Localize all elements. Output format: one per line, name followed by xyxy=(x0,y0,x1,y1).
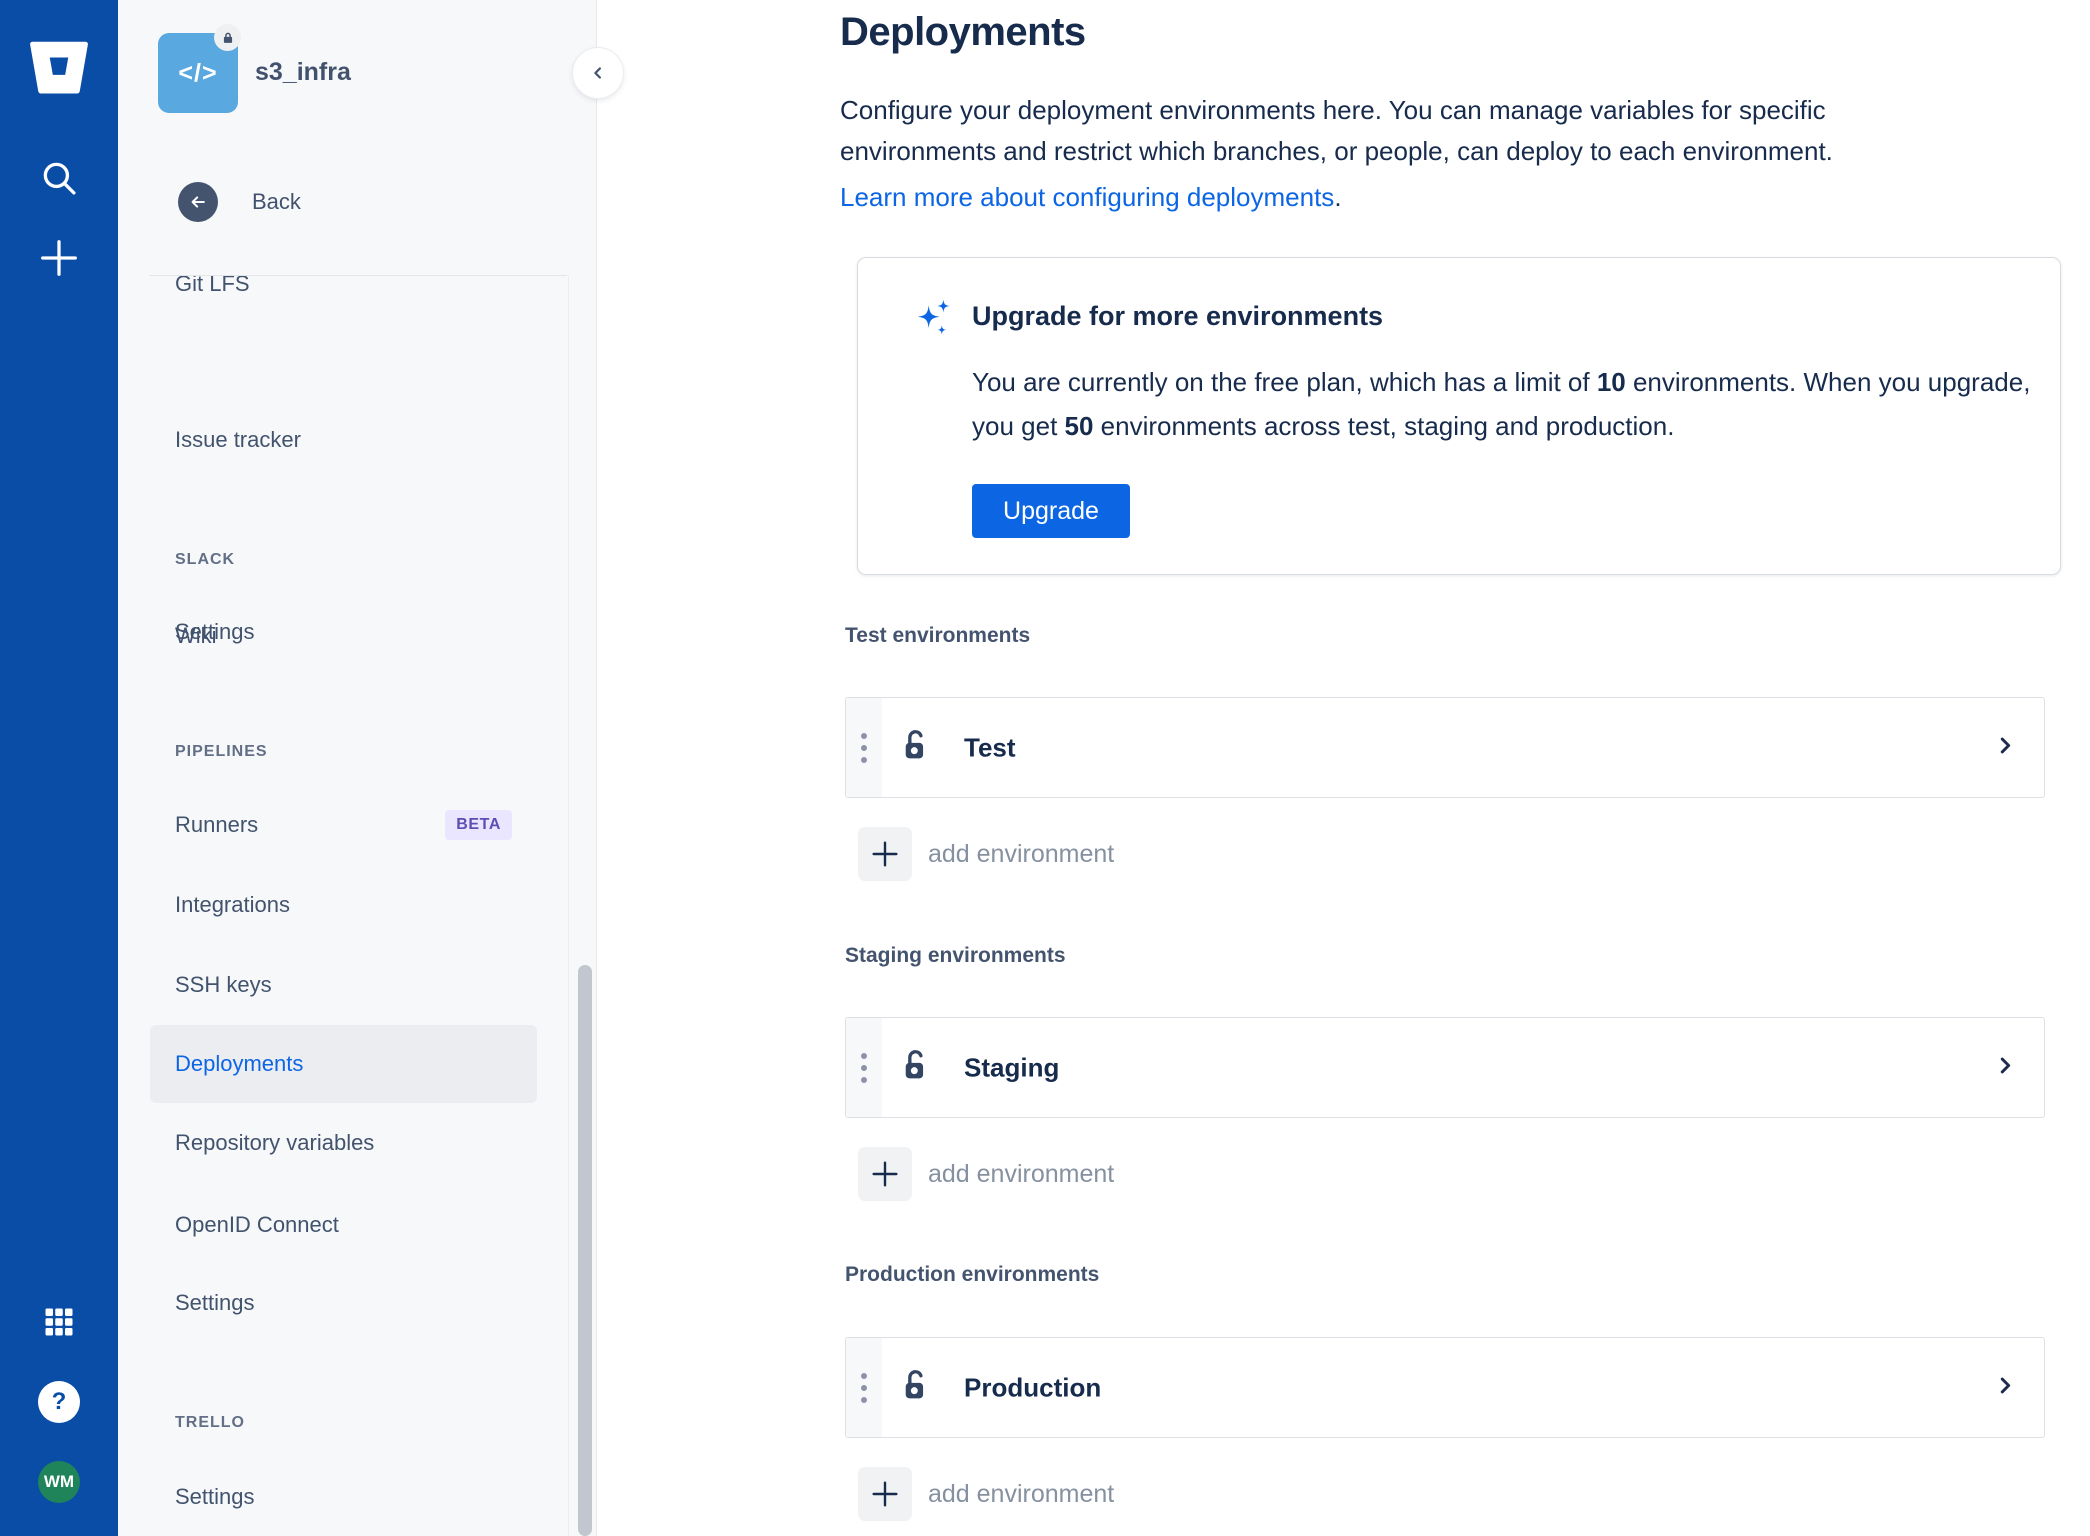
deployments-page: Deployments Configure your deployment en… xyxy=(597,0,2090,1536)
chevron-right-icon xyxy=(1994,1374,2016,1401)
sidebar-header: </> s3_infra Back xyxy=(118,0,596,276)
repo-avatar[interactable]: </> xyxy=(158,24,241,113)
sidebar-item-label: Issue tracker xyxy=(175,427,301,452)
sidebar-item-label: SSH keys xyxy=(175,972,272,997)
add-environment-label: add environment xyxy=(928,1159,1115,1188)
sparkle-icon xyxy=(914,298,956,345)
code-icon: </> xyxy=(178,58,218,87)
sidebar-section-slack: SLACK xyxy=(175,551,236,568)
sidebar-item-deployments[interactable]: Deployments xyxy=(150,1025,537,1103)
bitbucket-logo-icon[interactable] xyxy=(0,40,118,96)
environment-name: Test xyxy=(964,732,1016,762)
unlocked-padlock-icon xyxy=(899,1367,933,1408)
help-icon[interactable]: ? xyxy=(0,1381,118,1423)
add-environment-label: add environment xyxy=(928,1479,1115,1508)
page-title: Deployments xyxy=(840,10,1086,54)
environment-card-production[interactable]: Production xyxy=(845,1337,2045,1438)
create-plus-icon[interactable] xyxy=(0,235,118,281)
sidebar-item-git-lfs[interactable]: Git LFS xyxy=(150,276,537,323)
upgrade-button[interactable]: Upgrade xyxy=(972,484,1130,538)
sidebar-section-pipelines: PIPELINES xyxy=(175,743,268,760)
upgrade-card: Upgrade for more environments You are cu… xyxy=(857,257,2061,575)
sidebar-item-label: Runners xyxy=(175,812,259,837)
back-button[interactable]: Back xyxy=(178,182,301,222)
unlocked-padlock-icon xyxy=(899,1047,933,1088)
drag-dots-icon xyxy=(861,1052,867,1083)
sidebar-section-trello: TRELLO xyxy=(175,1414,245,1431)
back-label: Back xyxy=(252,189,301,214)
drag-handle[interactable] xyxy=(846,698,882,797)
environment-card-staging[interactable]: Staging xyxy=(845,1017,2045,1118)
collapse-sidebar-button[interactable] xyxy=(573,48,623,98)
sidebar-item-ssh-keys[interactable]: SSH keys xyxy=(150,946,537,1024)
repo-name: s3_infra xyxy=(255,58,351,86)
private-lock-icon xyxy=(214,24,241,51)
app-switcher-icon[interactable] xyxy=(0,1304,118,1340)
sidebar-item-pipelines-settings[interactable]: Settings xyxy=(150,1264,537,1342)
add-environment-button-production[interactable]: add environment xyxy=(858,1467,1114,1521)
add-environment-label: add environment xyxy=(928,839,1115,868)
plus-icon xyxy=(858,1467,912,1521)
learn-more: Learn more about configuring deployments… xyxy=(840,182,1342,212)
sidebar-item-repository-variables[interactable]: Repository variables xyxy=(150,1104,537,1182)
page-description: Configure your deployment environments h… xyxy=(840,95,1833,166)
plus-icon xyxy=(858,1147,912,1201)
drag-dots-icon xyxy=(861,732,867,763)
sidebar-item-label: Settings xyxy=(175,619,255,644)
drag-handle[interactable] xyxy=(846,1338,882,1437)
beta-badge: BETA xyxy=(445,810,512,840)
environment-card-test[interactable]: Test xyxy=(845,697,2045,798)
sidebar-item-label: Settings xyxy=(175,1290,255,1315)
sidebar-item-integrations[interactable]: Integrations xyxy=(150,866,537,944)
add-environment-button-test[interactable]: add environment xyxy=(858,827,1114,881)
sidebar-item-trello-settings[interactable]: Settings xyxy=(150,1458,537,1536)
plus-icon xyxy=(858,827,912,881)
scrollbar-track xyxy=(568,276,569,1536)
production-environments-label: Production environments xyxy=(845,1263,1100,1286)
repo-settings-sidebar: Git LFS Wiki Issue tracker SLACK Setting… xyxy=(118,0,597,1536)
test-environments-label: Test environments xyxy=(845,624,1031,647)
sidebar-item-issue-tracker[interactable]: Issue tracker xyxy=(150,401,537,479)
sidebar-item-openid-connect[interactable]: OpenID Connect xyxy=(150,1186,537,1264)
unlocked-padlock-icon xyxy=(899,727,933,768)
header-divider xyxy=(150,275,567,276)
sidebar-item-label: Deployments xyxy=(175,1051,304,1076)
sidebar-item-label: Git LFS xyxy=(175,276,250,296)
upgrade-card-body: You are currently on the free plan, whic… xyxy=(972,367,2031,441)
global-nav-rail: ? WM xyxy=(0,0,118,1536)
sidebar-item-label: Settings xyxy=(175,1484,255,1509)
avatar-initials: WM xyxy=(43,1472,75,1491)
chevron-right-icon xyxy=(1994,1054,2016,1081)
drag-dots-icon xyxy=(861,1372,867,1403)
sidebar-item-runners[interactable]: Runners BETA xyxy=(150,786,537,864)
staging-environments-label: Staging environments xyxy=(845,944,1066,967)
sidebar-item-label: OpenID Connect xyxy=(175,1212,339,1237)
environment-name: Production xyxy=(964,1372,1102,1402)
chevron-left-icon xyxy=(594,67,601,79)
environment-name: Staging xyxy=(964,1052,1060,1082)
scrollbar-thumb[interactable] xyxy=(578,965,592,1536)
drag-handle[interactable] xyxy=(846,1018,882,1117)
user-avatar[interactable]: WM xyxy=(0,1461,118,1503)
add-environment-button-staging[interactable]: add environment xyxy=(858,1147,1114,1201)
upgrade-card-title: Upgrade for more environments xyxy=(972,301,1384,331)
help-glyph: ? xyxy=(51,1388,67,1415)
learn-more-link[interactable]: Learn more about configuring deployments xyxy=(840,182,1334,212)
sidebar-item-slack-settings[interactable]: Settings xyxy=(150,593,537,671)
search-icon[interactable] xyxy=(0,157,118,199)
sidebar-item-label: Repository variables xyxy=(175,1130,375,1155)
back-arrow-icon xyxy=(178,182,218,222)
sidebar-menu: Git LFS Wiki Issue tracker SLACK Setting… xyxy=(118,276,596,1536)
chevron-right-icon xyxy=(1994,734,2016,761)
sidebar-item-label: Integrations xyxy=(175,892,290,917)
